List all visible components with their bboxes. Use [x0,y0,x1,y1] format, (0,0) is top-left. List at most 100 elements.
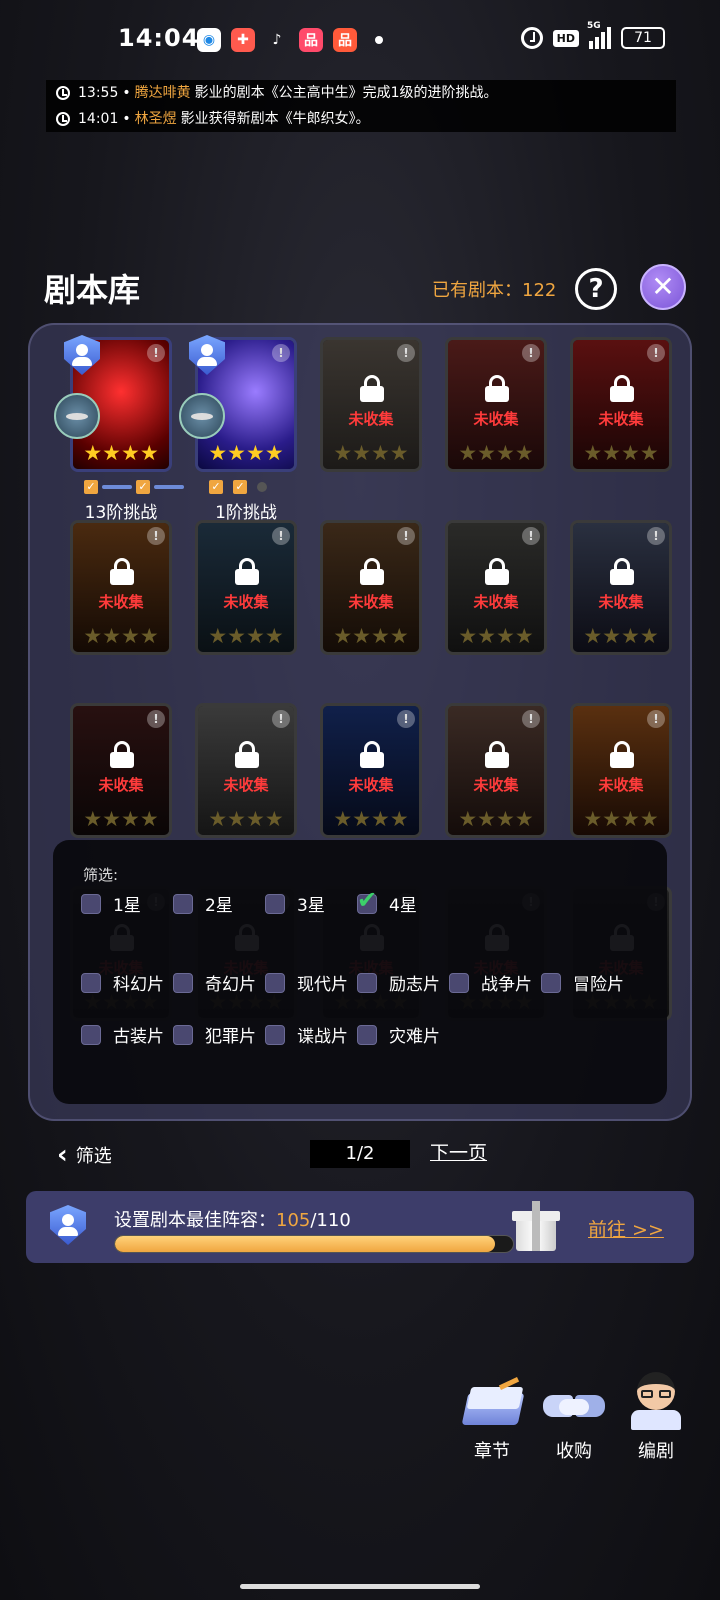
checkbox[interactable] [265,893,285,914]
uncollected-label: 未收集 [348,776,394,794]
close-button[interactable]: ✕ [640,264,686,310]
locked-script-card[interactable]: ! 未收集 ★★★★ [320,703,422,838]
gesture-bar[interactable] [240,1584,480,1589]
gift-box-icon[interactable] [508,1199,562,1255]
filter-title: 筛选: [83,866,119,884]
filter-genre-option[interactable]: 励志片 [357,970,440,995]
info-icon[interactable]: ! [147,527,165,545]
best-lineup-bar: 设置剧本最佳阵容：105/110 前往 >> [26,1191,694,1263]
filter-genre-option[interactable]: 战争片 [449,970,532,995]
filter-star-option[interactable]: 4星 [357,886,417,916]
shield-person-icon [50,1205,86,1245]
checkbox[interactable] [541,972,561,993]
shop-app-icon-2: 品 [333,28,357,52]
filter-option-label: 犯罪片 [205,1027,256,1047]
checkbox[interactable] [357,972,377,993]
checkbox[interactable] [357,886,377,914]
checkbox[interactable] [81,893,101,914]
uncollected-label: 未收集 [348,593,394,611]
writer-avatar-icon [623,1370,689,1433]
star-rating: ★★★★ [83,807,159,831]
filter-genre-option[interactable]: 现代片 [265,970,348,995]
filter-star-option[interactable]: 1星 [81,891,141,916]
page-title: 剧本库 [44,271,141,309]
lock-icon [610,741,634,768]
lock-icon [110,558,134,585]
acquire-button[interactable]: 收购 [534,1375,614,1463]
filter-genre-option[interactable]: 奇幻片 [173,970,256,995]
locked-script-card[interactable]: ! 未收集 ★★★★ [445,703,547,838]
info-icon[interactable]: ! [397,710,415,728]
info-icon[interactable]: ! [522,527,540,545]
locked-script-card[interactable]: ! 未收集 ★★★★ [195,703,297,838]
filter-option-label: 励志片 [389,975,440,995]
filter-popup: 筛选: 1星 2星 3星 4星科幻片 奇幻片 现代片 励志片 战争片 冒险片古装片 犯罪片 谍战片 灾… [53,840,667,1104]
goto-lineup-button[interactable]: 前往 >> [588,1215,664,1242]
info-icon[interactable]: ! [522,344,540,362]
writer-button[interactable]: 编剧 [616,1370,696,1463]
filter-genre-option[interactable]: 古装片 [81,1022,164,1047]
info-icon[interactable]: ! [522,710,540,728]
filter-genre-option[interactable]: 灾难片 [357,1022,440,1047]
locked-script-card[interactable]: ! 未收集 ★★★★ [570,520,672,655]
alarm-icon [520,27,543,49]
filter-genre-option[interactable]: 科幻片 [81,970,164,995]
checkbox[interactable] [81,1024,101,1045]
filter-star-option[interactable]: 3星 [265,891,325,916]
chapter-button[interactable]: 章节 [452,1375,532,1463]
info-icon[interactable]: ! [272,344,290,362]
filter-option-label: 战争片 [481,975,532,995]
checkbox[interactable] [265,972,285,993]
filter-genre-option[interactable]: 冒险片 [541,970,624,995]
handshake-icon [541,1375,607,1433]
filter-option-label: 冒险片 [573,975,624,995]
info-icon[interactable]: ! [272,710,290,728]
locked-script-card[interactable]: ! 未收集 ★★★★ [445,337,547,472]
locked-script-card[interactable]: ! 未收集 ★★★★ [320,337,422,472]
news-sep: • [122,85,131,101]
uncollected-label: 未收集 [473,410,519,428]
checkbox[interactable] [265,1024,285,1045]
star-rating: ★★★★ [83,441,159,465]
news-player-name[interactable]: 林圣煜 [135,106,177,132]
book-icon [459,1375,525,1433]
star-rating: ★★★★ [458,441,534,465]
filter-genre-option[interactable]: 犯罪片 [173,1022,256,1047]
help-button[interactable]: ? [575,268,617,310]
checkbox[interactable] [173,893,193,914]
filter-star-option[interactable]: 2星 [173,891,233,916]
locked-script-card[interactable]: ! 未收集 ★★★★ [70,520,172,655]
checkbox[interactable] [449,972,469,993]
checkbox[interactable] [173,1024,193,1045]
next-page-button[interactable]: 下一页 [430,1138,487,1165]
locked-script-card[interactable]: ! 未收集 ★★★★ [570,337,672,472]
info-icon[interactable]: ! [272,527,290,545]
locked-script-card[interactable]: ! 未收集 ★★★★ [195,520,297,655]
news-player-name[interactable]: 腾达啡黄 [135,80,191,106]
filter-option-label: 4星 [389,896,417,916]
checkbox[interactable] [81,972,101,993]
info-icon[interactable]: ! [397,527,415,545]
uncollected-label: 未收集 [473,776,519,794]
info-icon[interactable]: ! [147,710,165,728]
info-icon[interactable]: ! [147,344,165,362]
lock-icon [485,375,509,402]
filter-genre-option[interactable]: 谍战片 [265,1022,348,1047]
checkbox[interactable] [173,972,193,993]
info-icon[interactable]: ! [647,344,665,362]
info-icon[interactable]: ! [397,344,415,362]
lock-icon [610,375,634,402]
locked-script-card[interactable]: ! 未收集 ★★★★ [70,703,172,838]
chevron-left-icon: ‹ [57,1140,68,1170]
info-icon[interactable]: ! [647,527,665,545]
info-icon[interactable]: ! [647,710,665,728]
locked-script-card[interactable]: ! 未收集 ★★★★ [445,520,547,655]
lock-icon [235,558,259,585]
locked-script-card[interactable]: ! 未收集 ★★★★ [320,520,422,655]
filter-toggle-button[interactable]: ‹ 筛选 [57,1140,112,1170]
lock-icon [610,558,634,585]
news-text: 影业获得新剧本《牛郎织女》。 [180,111,370,127]
checkbox[interactable] [357,1024,377,1045]
locked-script-card[interactable]: ! 未收集 ★★★★ [570,703,672,838]
owned-value: 122 [522,280,557,301]
